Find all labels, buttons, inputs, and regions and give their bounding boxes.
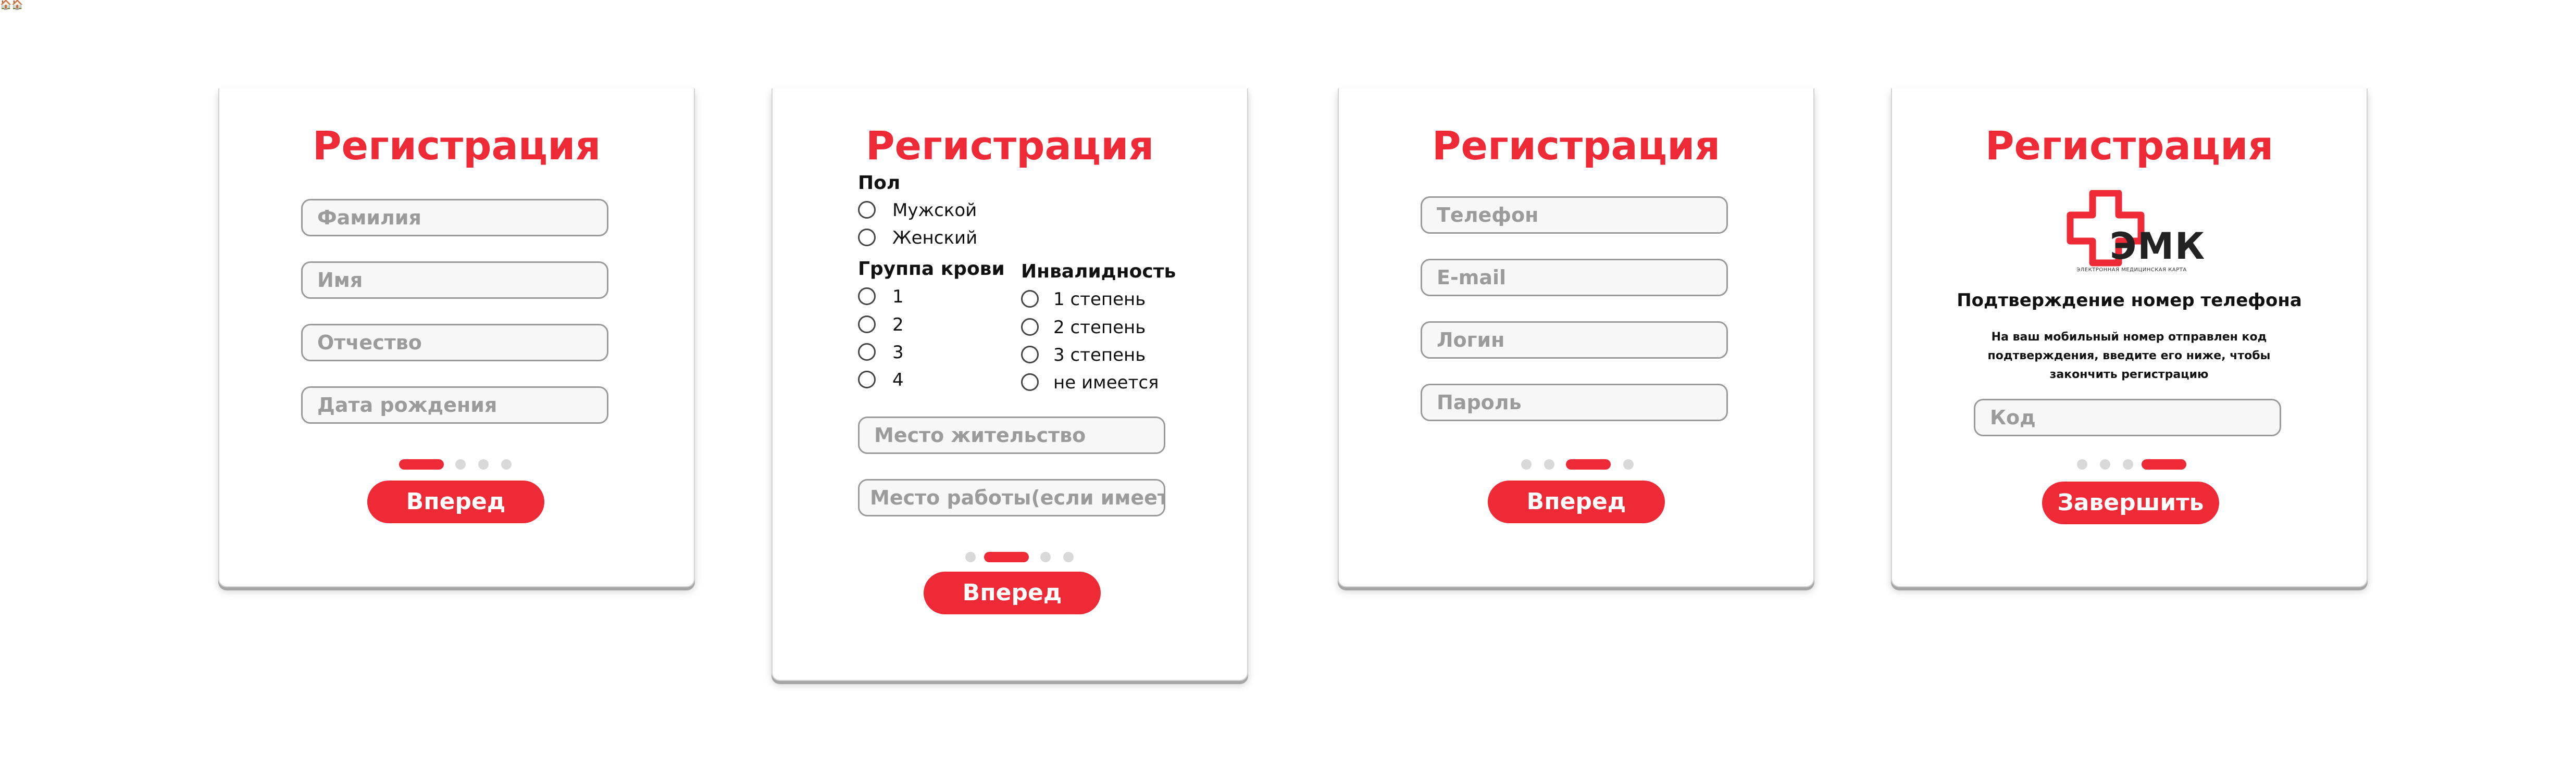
login-input[interactable]: Логин <box>1421 321 1728 359</box>
blood-group-label: Группа крови <box>858 258 1005 280</box>
workplace-input[interactable]: Место работы(если имеется) <box>858 479 1165 516</box>
step-dot-3 <box>1566 459 1611 470</box>
step-dot-3 <box>2123 459 2133 470</box>
gender-label: Пол <box>858 172 901 194</box>
next-button[interactable]: Вперед <box>1488 481 1665 523</box>
card-title: Регистрация <box>312 122 601 169</box>
step-dot-2 <box>455 459 466 470</box>
registration-screens-canvas: 🏠🏠 Регистрация Фамилия Имя Отчество Дата… <box>0 0 2576 770</box>
registration-card-step-4: Регистрация ЭМК ЭЛЕКТРОННАЯ МЕДИЦИНСКАЯ … <box>1891 89 2368 587</box>
first-name-input[interactable]: Имя <box>301 261 608 299</box>
emk-logo: ЭМК ЭЛЕКТРОННАЯ МЕДИЦИНСКАЯ КАРТА <box>2064 190 2205 276</box>
registration-card-step-2: Регистрация Пол Мужской Женский Группа к… <box>771 89 1248 681</box>
email-input[interactable]: E-mail <box>1421 259 1728 296</box>
card-title: Регистрация <box>865 122 1154 169</box>
patronymic-input[interactable]: Отчество <box>301 324 608 361</box>
confirm-description: На ваш мобильный номер отправлен код под… <box>1987 331 2271 381</box>
radio-button[interactable] <box>858 371 876 388</box>
logo-subtitle: ЭЛЕКТРОННАЯ МЕДИЦИНСКАЯ КАРТА <box>2076 267 2187 273</box>
radio-button[interactable] <box>858 201 876 219</box>
home-icon: 🏠🏠 <box>0 0 23 10</box>
step-dot-4 <box>1623 459 1634 470</box>
step-indicator <box>2077 459 2192 471</box>
code-input[interactable]: Код <box>1974 399 2281 436</box>
step-indicator <box>965 552 1080 563</box>
step-dot-4 <box>1063 552 1074 562</box>
radio-button[interactable] <box>858 287 876 305</box>
finish-button[interactable]: Завершить <box>2042 482 2219 524</box>
step-dot-3 <box>478 459 489 470</box>
step-indicator <box>1521 459 1636 471</box>
confirm-title: Подтверждение номер телефона <box>1957 290 2302 311</box>
step-dot-1 <box>1521 459 1532 470</box>
birth-date-input[interactable]: Дата рождения <box>301 386 608 424</box>
step-dot-2 <box>2100 459 2110 470</box>
card-title: Регистрация <box>1432 122 1721 169</box>
step-dot-2 <box>1544 459 1554 470</box>
step-dot-2 <box>984 552 1029 562</box>
step-dot-4 <box>501 459 512 470</box>
radio-button[interactable] <box>1021 318 1039 336</box>
radio-button[interactable] <box>858 343 876 361</box>
disability-label: Инвалидность <box>1021 261 1176 282</box>
residence-input[interactable]: Место жительство <box>858 416 1165 454</box>
step-dot-1 <box>399 459 444 470</box>
last-name-input[interactable]: Фамилия <box>301 199 608 236</box>
registration-card-step-1: Регистрация Фамилия Имя Отчество Дата ро… <box>218 89 695 587</box>
card-title: Регистрация <box>1985 122 2274 169</box>
step-dot-1 <box>2077 459 2087 470</box>
next-button[interactable]: Вперед <box>924 572 1101 614</box>
radio-button[interactable] <box>858 315 876 333</box>
step-indicator <box>399 459 514 471</box>
phone-input[interactable]: Телефон <box>1421 196 1728 234</box>
next-button[interactable]: Вперед <box>367 481 544 523</box>
radio-button[interactable] <box>858 229 876 246</box>
registration-card-step-3: Регистрация Телефон E-mail Логин Пароль … <box>1338 89 1814 587</box>
step-dot-4 <box>2142 459 2186 470</box>
step-dot-1 <box>965 552 976 562</box>
radio-button[interactable] <box>1021 346 1039 363</box>
radio-button[interactable] <box>1021 290 1039 308</box>
password-input[interactable]: Пароль <box>1421 384 1728 421</box>
radio-button[interactable] <box>1021 373 1039 391</box>
step-dot-3 <box>1040 552 1051 562</box>
logo-text: ЭМК <box>2110 225 2206 268</box>
